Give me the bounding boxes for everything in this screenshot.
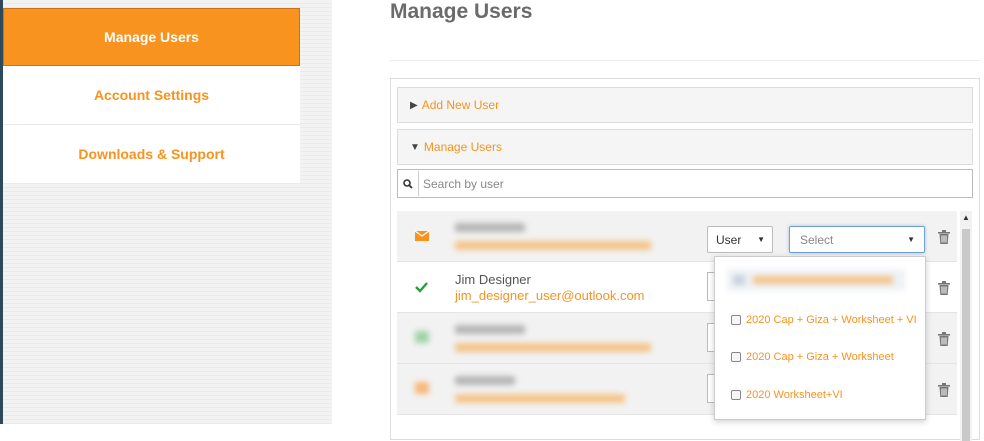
dropdown-filter[interactable] [727, 269, 905, 291]
plan-option-label: 2020 Worksheet+VI [746, 389, 843, 401]
checkbox[interactable] [731, 315, 741, 325]
mail-icon [414, 229, 430, 241]
check-icon [415, 280, 429, 293]
user-name: Jim Designer [455, 272, 531, 287]
caret-down-icon: ▼ [410, 141, 420, 153]
plan-option[interactable]: 2020 Cap + Giza + Worksheet + VI [731, 314, 917, 326]
sidebar-item-downloads-support[interactable]: Downloads & Support [3, 125, 300, 184]
user-row: User ▼ Select ▼ [397, 211, 957, 262]
plan-option-label: 2020 Cap + Giza + Worksheet [746, 351, 894, 363]
trash-icon[interactable] [938, 332, 950, 346]
chevron-down-icon: ▼ [757, 235, 765, 244]
trash-icon[interactable] [938, 383, 950, 397]
sidebar-item-label: Manage Users [104, 29, 199, 45]
plan-option[interactable]: 2020 Worksheet+VI [731, 389, 843, 401]
caret-right-icon: ▶ [410, 99, 418, 111]
search-box [397, 169, 973, 198]
plan-option-label: 2020 Cap + Giza + Worksheet + VI [746, 314, 917, 326]
checkbox[interactable] [731, 352, 741, 362]
scrollbar-thumb[interactable] [962, 229, 970, 441]
trash-icon[interactable] [938, 281, 950, 295]
sidebar-item-account-settings[interactable]: Account Settings [3, 66, 300, 125]
role-select-value: User [716, 232, 742, 247]
plan-dropdown-menu: 2020 Cap + Giza + Worksheet + VI 2020 Ca… [714, 256, 926, 420]
accordion-label: Add New User [421, 98, 500, 112]
accordion-add-new-user[interactable]: ▶ Add New User [397, 87, 973, 123]
scroll-up-icon[interactable]: ▲ [962, 213, 970, 222]
sidebar-item-label: Downloads & Support [78, 146, 225, 162]
checkbox[interactable] [731, 390, 741, 400]
chevron-down-icon: ▼ [907, 235, 915, 244]
sidebar-item-label: Account Settings [93, 87, 210, 103]
scrollbar[interactable]: ▲ [960, 211, 972, 441]
role-select[interactable]: User ▼ [707, 226, 773, 253]
accordion-manage-users[interactable]: ▼ Manage Users [397, 129, 973, 165]
user-email: jim_designer_user@outlook.com [455, 288, 645, 303]
search-input[interactable] [419, 171, 972, 196]
sidebar-item-manage-users[interactable]: Manage Users [3, 8, 300, 66]
sidebar: Manage Users Account Settings Downloads … [3, 8, 300, 184]
trash-icon[interactable] [938, 230, 950, 244]
search-icon [398, 171, 419, 196]
accordion-label: Manage Users [423, 140, 502, 154]
plan-select-value: Select [800, 232, 834, 247]
plan-option[interactable]: 2020 Cap + Giza + Worksheet [731, 351, 894, 363]
plan-select[interactable]: Select ▼ [789, 226, 925, 253]
divider [390, 60, 980, 61]
page-title: Manage Users [390, 0, 533, 23]
